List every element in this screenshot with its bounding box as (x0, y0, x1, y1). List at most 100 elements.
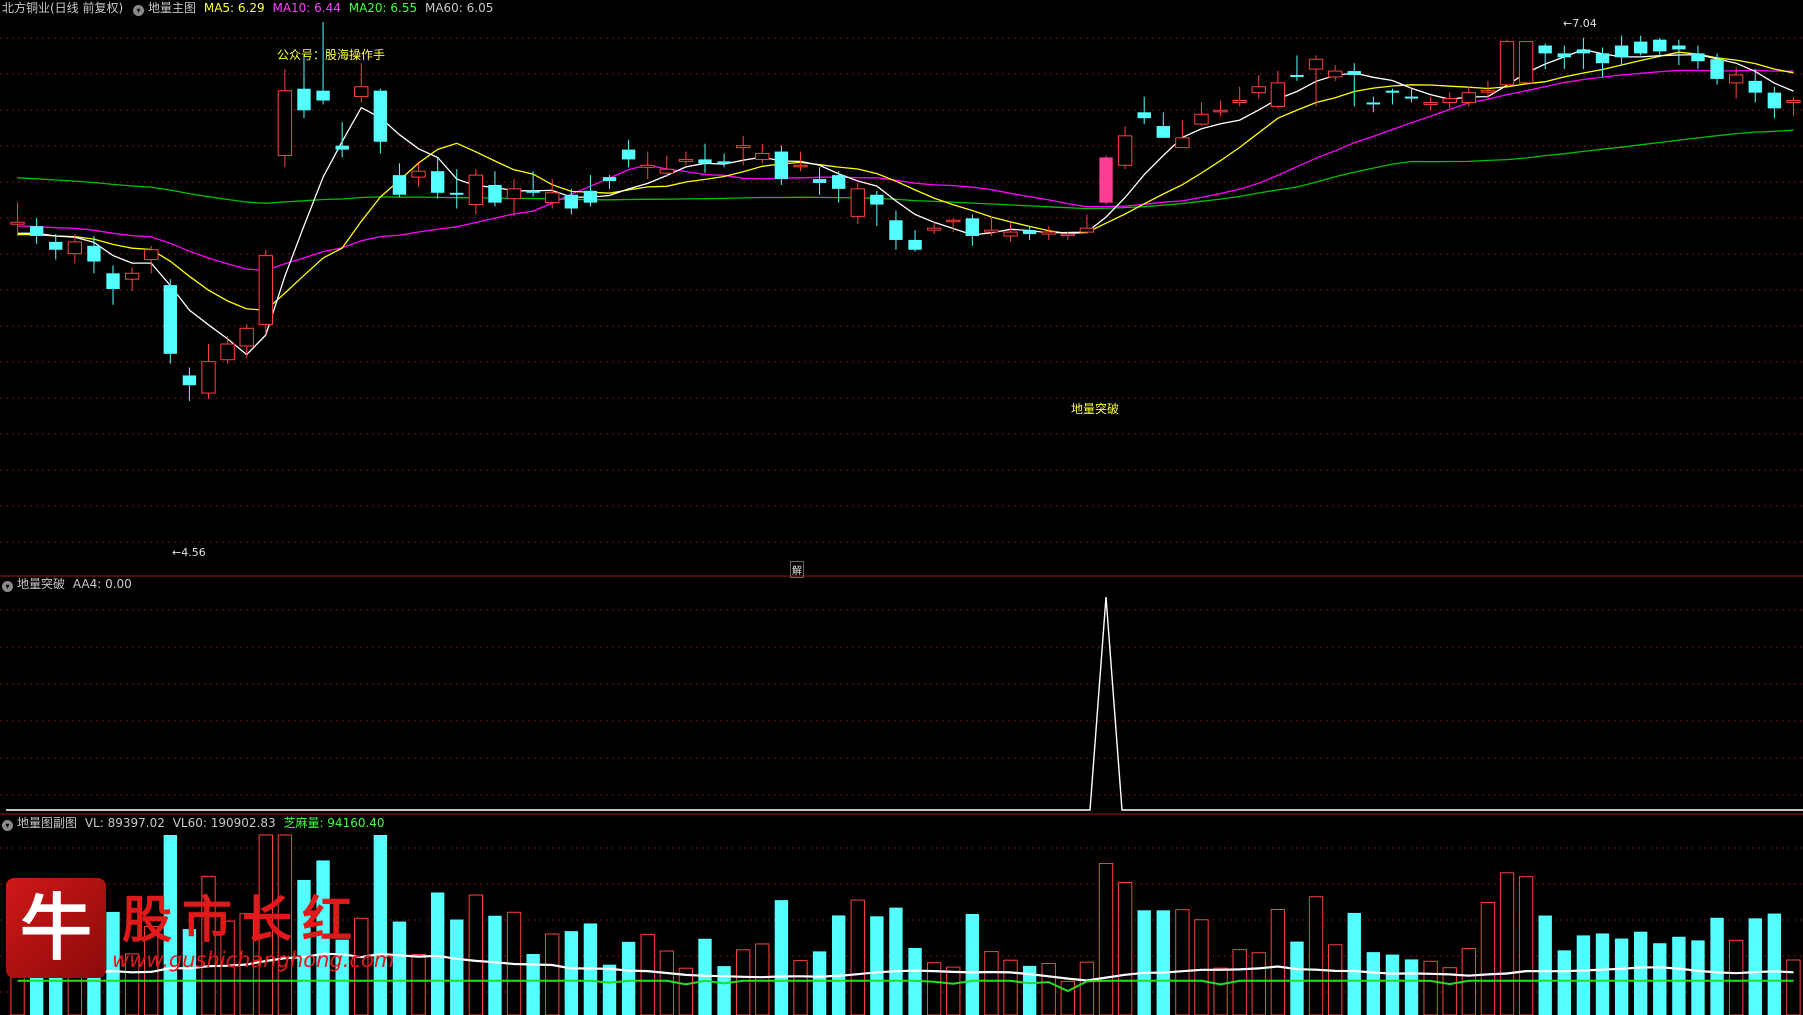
volume-bar (1634, 931, 1648, 1015)
volume-bar (1117, 881, 1133, 1015)
volume-bar (1308, 896, 1324, 1015)
candle-body (239, 327, 254, 347)
volume-bar (526, 954, 540, 1015)
candle-body (1213, 109, 1228, 113)
volume-bar (1060, 980, 1075, 1015)
ma20-label: MA20: 6.55 (348, 1, 418, 15)
main-chart-name[interactable]: 地量主图 (148, 1, 196, 15)
candle-body (411, 170, 426, 178)
ma10-label: MA10: 6.44 (272, 1, 341, 15)
watermark-url: www.gushichanghong.com (112, 948, 395, 972)
volume-bar (1290, 941, 1304, 1015)
chevron-down-icon[interactable]: ▾ (2, 820, 13, 831)
candle-body (124, 272, 140, 280)
chevron-down-icon[interactable]: ▾ (2, 581, 13, 592)
candle-body (144, 249, 159, 261)
candle-body (1557, 53, 1571, 58)
volume-bar (1614, 938, 1629, 1015)
candle-body (87, 245, 101, 262)
volume-bar (1098, 863, 1114, 1015)
candle-body (564, 194, 579, 209)
candle-body (488, 184, 502, 203)
candle-body (297, 88, 311, 111)
candle-body (335, 145, 349, 150)
candle-body (984, 229, 999, 233)
candle-body (163, 285, 177, 354)
volume-panel-header: ▾ 地量图副图 VL: 89397.02 VL60: 190902.83 芝麻量:… (2, 816, 385, 831)
volume-bar (965, 914, 980, 1015)
volume-bar (659, 950, 674, 1015)
candle-body (678, 158, 694, 162)
candle-body (545, 192, 560, 204)
candle-body (736, 145, 751, 149)
volume-bar (621, 941, 636, 1015)
volume-bar (1595, 933, 1610, 1015)
volume-bar (1518, 876, 1534, 1015)
signal-label: 地量突破 (1071, 402, 1120, 416)
volume-bar (602, 964, 617, 1015)
volume-bar (1767, 913, 1782, 1015)
candle-body (220, 343, 235, 361)
candle-body (640, 164, 655, 168)
volume-bar (793, 960, 808, 1015)
volume-bar (1557, 950, 1571, 1015)
candle-body (774, 151, 789, 180)
volume-bar (1786, 959, 1801, 1015)
volume-bar (1538, 915, 1552, 1015)
candle-body (1099, 157, 1113, 203)
high-price-label: ←7.04 (1563, 17, 1597, 30)
candle-body (1366, 102, 1381, 105)
stock-chart-canvas[interactable] (0, 0, 1803, 1015)
volume-bar (1480, 901, 1496, 1015)
volume-panel-title[interactable]: 地量图副图 (17, 816, 77, 830)
candle-body (1290, 74, 1304, 77)
candle-body (602, 177, 617, 182)
volume-bar (1404, 959, 1419, 1015)
candle-body (1691, 53, 1705, 62)
candle-body (316, 90, 330, 101)
volume-bar (1213, 967, 1228, 1015)
volume-bar (468, 894, 484, 1015)
volume-bar (488, 915, 502, 1015)
volume-bar (1270, 908, 1286, 1015)
candle-body (1518, 41, 1534, 84)
signal-spike-line (6, 596, 1803, 811)
candle-body (1576, 49, 1591, 54)
volume-bar (1499, 872, 1515, 1015)
volume-bar (889, 907, 903, 1015)
candle-body (1232, 100, 1247, 103)
volume-bar (1672, 936, 1686, 1015)
candle-body (908, 239, 922, 250)
volume-bar (1366, 952, 1381, 1015)
candle-body (926, 227, 942, 231)
ma5-label: MA5: 6.29 (203, 1, 265, 15)
candle-body (450, 192, 464, 195)
vl-label: VL: 89397.02 (84, 816, 165, 830)
candle-body (29, 226, 44, 236)
candle-body (201, 361, 216, 394)
volume-bar (984, 951, 999, 1015)
signal-panel-title[interactable]: 地量突破 (17, 577, 65, 591)
candle-body (1270, 82, 1286, 107)
candle-body (717, 161, 731, 164)
candle-body (1634, 41, 1648, 54)
volume-bar (1385, 954, 1400, 1015)
volume-bar (1728, 939, 1744, 1015)
candle-body (1347, 71, 1361, 75)
candle-body (946, 219, 961, 223)
stock-name: 北方铜业(日线 前复权) (2, 1, 124, 15)
candle-body (526, 190, 540, 193)
candle-body (106, 273, 120, 290)
low-price-value: 4.56 (181, 546, 206, 559)
candle-body (1117, 135, 1133, 166)
candle-body (182, 375, 197, 386)
candle-body (1767, 92, 1782, 109)
candle-body (1251, 86, 1266, 94)
volume-bar (373, 835, 388, 1015)
aa4-label: AA4: 0.00 (72, 577, 132, 591)
unlock-icon[interactable]: 解 (790, 561, 804, 578)
candle-body (392, 175, 407, 195)
candle-body (889, 220, 903, 240)
chevron-down-icon[interactable]: ▾ (133, 5, 145, 16)
volume-bar (755, 943, 770, 1015)
